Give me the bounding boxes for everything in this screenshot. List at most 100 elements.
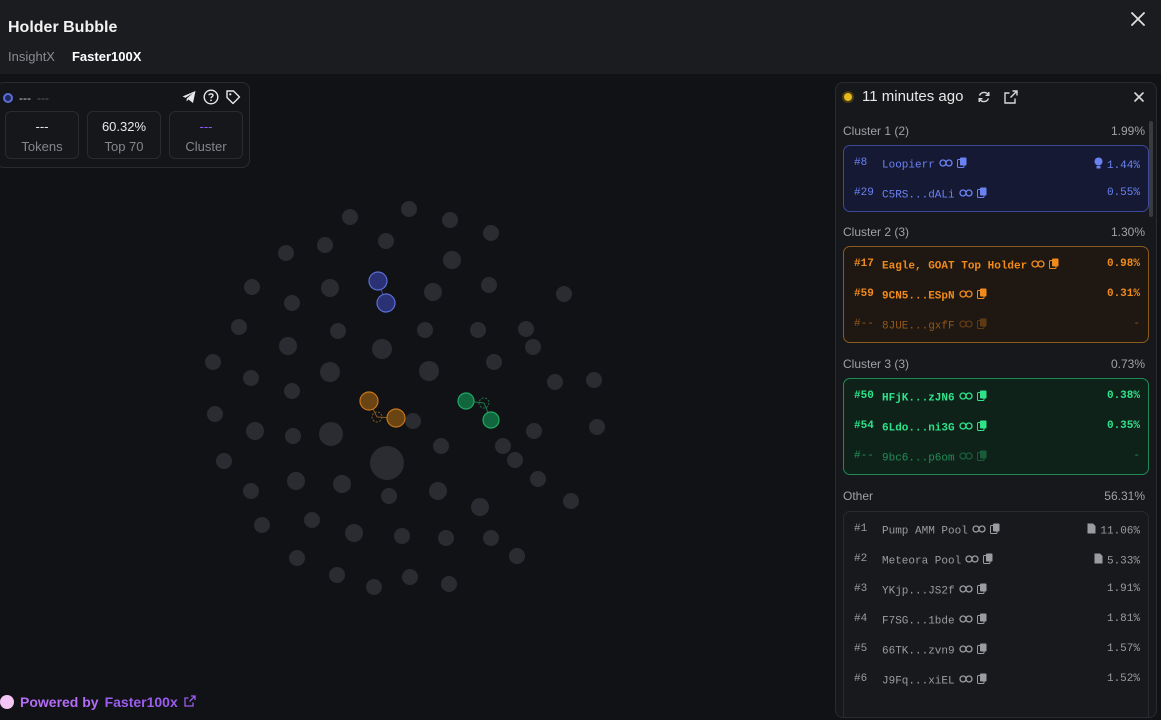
holder-address[interactable]: --- bbox=[19, 91, 31, 105]
holder-bubble[interactable] bbox=[366, 579, 382, 595]
external-link-icon[interactable] bbox=[1003, 89, 1019, 105]
other-row[interactable]: #3 YKjp...JS2f 1.91% bbox=[844, 574, 1150, 604]
holder-bubble[interactable] bbox=[381, 488, 397, 504]
close-icon[interactable] bbox=[1129, 10, 1147, 28]
holder-bubble[interactable] bbox=[284, 383, 300, 399]
copy-icon[interactable] bbox=[976, 613, 987, 628]
copy-icon[interactable] bbox=[1049, 258, 1059, 273]
telegram-icon[interactable] bbox=[181, 89, 197, 105]
holder-bubble[interactable] bbox=[530, 471, 546, 487]
holder-bubble[interactable] bbox=[304, 512, 320, 528]
holder-bubble[interactable] bbox=[518, 321, 534, 337]
holder-bubble[interactable] bbox=[243, 483, 259, 499]
link-icon[interactable] bbox=[965, 554, 979, 568]
holder-bubble[interactable] bbox=[556, 286, 572, 302]
holder-bubble[interactable] bbox=[417, 322, 433, 338]
holder-bubble[interactable] bbox=[429, 482, 447, 500]
other-row[interactable]: #1 Pump AMM Pool 11.06% bbox=[844, 514, 1150, 544]
cluster-3-bubbles[interactable] bbox=[457, 392, 500, 429]
other-row[interactable]: #5 66TK...zvn9 1.57% bbox=[844, 634, 1150, 664]
holder-bubble[interactable] bbox=[320, 362, 340, 382]
cluster-row[interactable]: #50 HFjK...zJN6 0.38% bbox=[844, 381, 1150, 411]
other-row[interactable]: #2 Meteora Pool 5.33% bbox=[844, 544, 1150, 574]
holder-bubble[interactable] bbox=[405, 413, 421, 429]
link-icon[interactable] bbox=[958, 289, 973, 303]
holder-bubble[interactable] bbox=[370, 446, 404, 480]
tag-icon[interactable] bbox=[225, 89, 241, 105]
holder-bubble[interactable] bbox=[589, 419, 605, 435]
holder-bubble[interactable] bbox=[216, 453, 232, 469]
copy-icon[interactable] bbox=[989, 523, 1000, 538]
holder-bubble[interactable] bbox=[246, 422, 264, 440]
copy-icon[interactable] bbox=[976, 420, 987, 435]
powered-by-link[interactable]: Powered by Faster100x bbox=[0, 694, 196, 710]
link-icon[interactable] bbox=[958, 451, 973, 465]
holder-bubble[interactable] bbox=[287, 472, 305, 490]
cluster-row[interactable]: #-- 9bc6...p6om - bbox=[844, 441, 1150, 471]
copy-icon[interactable] bbox=[976, 288, 987, 303]
holder-bubble[interactable] bbox=[329, 567, 345, 583]
help-icon[interactable] bbox=[203, 89, 219, 105]
holder-bubble[interactable] bbox=[433, 438, 449, 454]
copy-icon[interactable] bbox=[976, 583, 987, 598]
holder-bubble[interactable] bbox=[330, 323, 346, 339]
link-icon[interactable] bbox=[958, 674, 973, 688]
cluster-row[interactable]: #-- 8JUE...gxfF - bbox=[844, 309, 1150, 339]
holder-bubble[interactable] bbox=[333, 475, 351, 493]
cluster-row[interactable]: #29 C5RS...dALi 0.55% bbox=[844, 178, 1150, 208]
refresh-icon[interactable] bbox=[976, 89, 992, 105]
link-icon[interactable] bbox=[958, 614, 973, 628]
holder-bubble[interactable] bbox=[319, 422, 343, 446]
holder-bubble[interactable] bbox=[470, 322, 486, 338]
holder-bubble[interactable] bbox=[231, 319, 247, 335]
holder-bubble[interactable] bbox=[279, 337, 297, 355]
holder-bubble[interactable] bbox=[207, 406, 223, 422]
holder-bubble[interactable] bbox=[285, 428, 301, 444]
cluster-row[interactable]: #17 Eagle, GOAT Top Holder 0.98% bbox=[844, 249, 1150, 279]
bubble-cluster3-b[interactable] bbox=[482, 411, 500, 429]
holder-bubble[interactable] bbox=[394, 528, 410, 544]
holder-bubble[interactable] bbox=[481, 277, 497, 293]
copy-icon[interactable] bbox=[976, 450, 987, 465]
holder-bubble[interactable] bbox=[284, 295, 300, 311]
copy-icon[interactable] bbox=[976, 673, 987, 688]
other-row[interactable]: #4 F7SG...1bde 1.81% bbox=[844, 604, 1150, 634]
copy-icon[interactable] bbox=[976, 390, 987, 405]
cluster-row[interactable]: #8 Loopierr 1.44% bbox=[844, 148, 1150, 178]
copy-icon[interactable] bbox=[983, 553, 993, 568]
holder-bubble[interactable] bbox=[289, 550, 305, 566]
link-icon[interactable] bbox=[958, 584, 973, 598]
copy-icon[interactable] bbox=[956, 157, 967, 172]
bubble-cluster1-a[interactable] bbox=[368, 271, 388, 291]
holder-bubble[interactable] bbox=[483, 530, 499, 546]
cluster-2-bubbles[interactable] bbox=[359, 391, 406, 428]
holder-bubble[interactable] bbox=[486, 354, 502, 370]
link-icon[interactable] bbox=[1031, 259, 1045, 273]
holder-bubble[interactable] bbox=[509, 548, 525, 564]
link-icon[interactable] bbox=[958, 644, 973, 658]
holder-bubble[interactable] bbox=[586, 372, 602, 388]
holder-bubble[interactable] bbox=[424, 283, 442, 301]
holder-bubble[interactable] bbox=[378, 233, 394, 249]
copy-icon[interactable] bbox=[976, 187, 987, 202]
link-icon[interactable] bbox=[958, 421, 973, 435]
link-icon[interactable] bbox=[958, 319, 973, 333]
holder-bubble[interactable] bbox=[254, 517, 270, 533]
holder-bubble[interactable] bbox=[525, 339, 541, 355]
holder-bubble[interactable] bbox=[419, 361, 439, 381]
cluster-1-bubbles[interactable] bbox=[368, 271, 396, 313]
holder-bubble[interactable] bbox=[205, 354, 221, 370]
holder-bubble[interactable] bbox=[321, 279, 339, 297]
holder-bubble[interactable] bbox=[243, 370, 259, 386]
holder-bubble[interactable] bbox=[563, 493, 579, 509]
holder-bubble[interactable] bbox=[278, 245, 294, 261]
holder-bubble[interactable] bbox=[507, 452, 523, 468]
link-icon[interactable] bbox=[958, 188, 973, 202]
holder-bubble[interactable] bbox=[526, 423, 542, 439]
holder-bubble[interactable] bbox=[483, 225, 499, 241]
link-icon[interactable] bbox=[958, 391, 973, 405]
holder-bubble[interactable] bbox=[441, 576, 457, 592]
holder-bubble[interactable] bbox=[342, 209, 358, 225]
holder-bubble[interactable] bbox=[442, 212, 458, 228]
holder-bubble[interactable] bbox=[402, 569, 418, 585]
